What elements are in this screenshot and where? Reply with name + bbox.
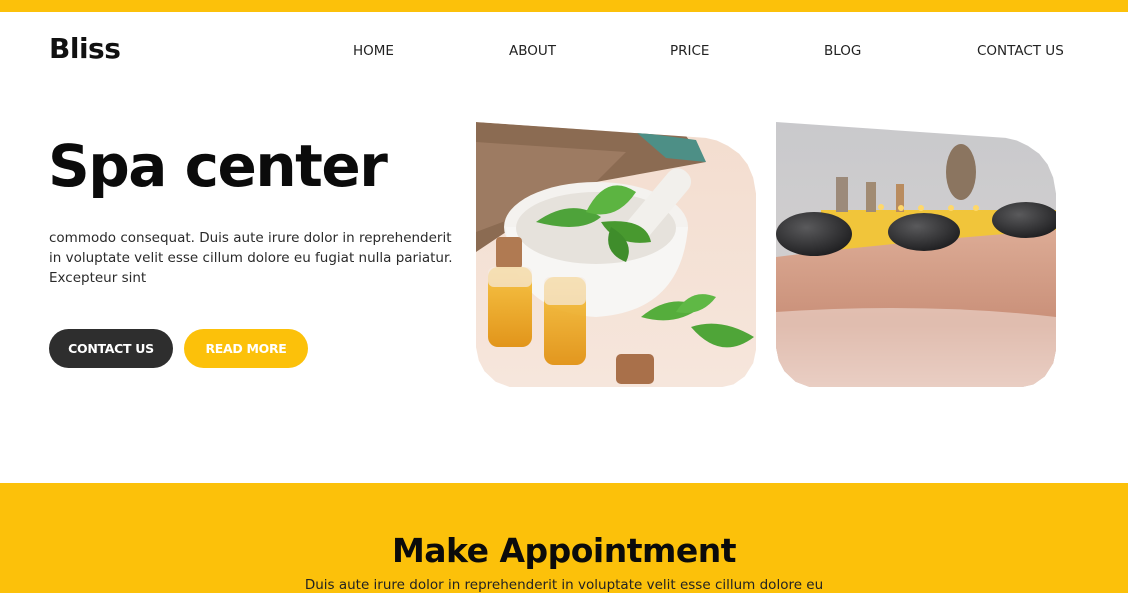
hot-stone-massage-photo <box>776 122 1056 387</box>
appointment-description: Duis aute irure dolor in reprehenderit i… <box>304 577 824 593</box>
nav-blog[interactable]: BLOG <box>824 43 861 59</box>
hero-description: commodo consequat. Duis aute irure dolor… <box>49 230 453 286</box>
herbs-mortar-oil-photo <box>476 122 756 387</box>
top-accent-strip <box>0 0 1128 12</box>
hero-title: Spa center <box>48 132 388 200</box>
appointment-section: Make Appointment Duis aute irure dolor i… <box>0 483 1128 593</box>
nav-about[interactable]: ABOUT <box>509 43 556 59</box>
main-nav: HOME ABOUT PRICE BLOG CONTACT US <box>0 43 1128 61</box>
read-more-button[interactable]: READ MORE <box>184 329 308 368</box>
appointment-title: Make Appointment <box>391 531 737 570</box>
contact-us-button[interactable]: CONTACT US <box>49 329 173 368</box>
nav-contact-us[interactable]: CONTACT US <box>977 43 1064 59</box>
nav-price[interactable]: PRICE <box>670 43 709 59</box>
nav-home[interactable]: HOME <box>353 43 394 59</box>
